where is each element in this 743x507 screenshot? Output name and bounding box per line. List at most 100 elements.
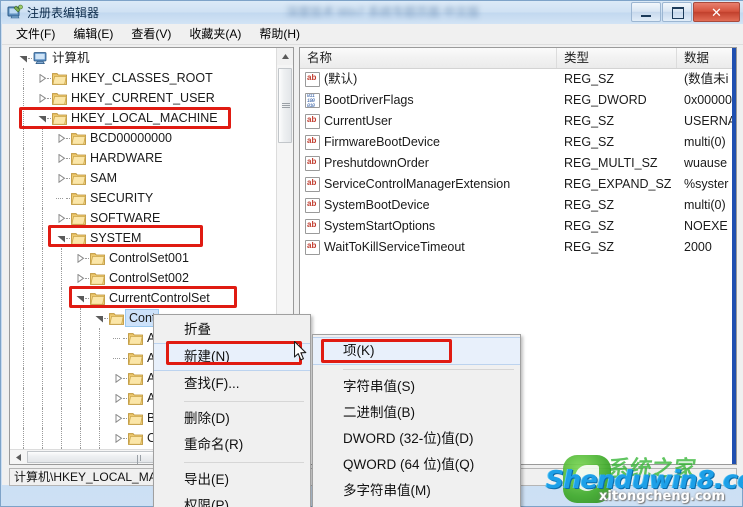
title-bar[interactable]: 注册表编辑器 深度技术 Win7 系统专题页面 中文版 ✕ bbox=[1, 1, 743, 24]
tree-item-currentcontrolset[interactable]: CurrentControlSet bbox=[10, 288, 278, 308]
tree-item-sam[interactable]: SAM bbox=[10, 168, 278, 188]
menu-view[interactable]: 查看(V) bbox=[123, 23, 179, 45]
tree-item-bcd00000000[interactable]: BCD00000000 bbox=[10, 128, 278, 148]
value-row[interactable]: ab SystemBootDevice REG_SZ multi(0) bbox=[300, 195, 736, 216]
menu-favorites[interactable]: 收藏夹(A) bbox=[181, 23, 249, 45]
tree-scroll-up-button[interactable] bbox=[277, 48, 293, 65]
tree-item-security[interactable]: SECURITY bbox=[10, 188, 278, 208]
ctx-rename[interactable]: 重命名(R) bbox=[154, 432, 310, 458]
sub-binary-value[interactable]: 二进制值(B) bbox=[313, 400, 520, 426]
value-row[interactable]: ab WaitToKillServiceTimeout REG_SZ 2000 bbox=[300, 237, 736, 258]
sub-multi-string[interactable]: 多字符串值(M) bbox=[313, 478, 520, 504]
value-name-cell: FirmwareBootDevice bbox=[324, 135, 441, 149]
tree-guide-line bbox=[23, 128, 25, 148]
tree-item-controlset001[interactable]: ControlSet001 bbox=[10, 248, 278, 268]
tree-item-hardware[interactable]: HARDWARE bbox=[10, 148, 278, 168]
sub-dword-value[interactable]: DWORD (32-位)值(D) bbox=[313, 426, 520, 452]
close-button[interactable]: ✕ bbox=[693, 2, 740, 22]
tree-connector-dash bbox=[66, 178, 70, 180]
tree-guide-line bbox=[42, 328, 44, 348]
value-type-cell: REG_SZ bbox=[564, 240, 615, 254]
column-header-name[interactable]: 名称 bbox=[300, 48, 557, 68]
tree-guide-line bbox=[99, 328, 101, 348]
value-data-cell: wuause bbox=[684, 156, 728, 170]
value-row[interactable]: ab FirmwareBootDevice REG_SZ multi(0) bbox=[300, 132, 736, 153]
string-value-icon: ab bbox=[305, 198, 320, 213]
tree-item-label: HKEY_LOCAL_MACHINE bbox=[71, 111, 218, 125]
tree-item--[interactable]: 计算机 bbox=[10, 48, 278, 68]
tree-item-hkey-local-machine[interactable]: HKEY_LOCAL_MACHINE bbox=[10, 108, 278, 128]
tree-guide-line bbox=[80, 308, 82, 328]
tree-connector-dash bbox=[47, 78, 51, 80]
ctx-find[interactable]: 查找(F)... bbox=[154, 371, 310, 397]
value-row[interactable]: ab (默认) REG_SZ (数值未i bbox=[300, 69, 736, 90]
value-row[interactable]: ab PreshutdownOrder REG_MULTI_SZ wuause bbox=[300, 153, 736, 174]
ctx-permissions[interactable]: 权限(P)... bbox=[154, 493, 310, 507]
context-menu[interactable]: 折叠新建(N)查找(F)...删除(D)重命名(R)导出(E)权限(P)...复… bbox=[153, 314, 311, 507]
tree-connector-dash bbox=[123, 358, 127, 360]
tree-connector-dash bbox=[66, 238, 70, 240]
folder-icon bbox=[109, 311, 124, 325]
tree-guide-line bbox=[42, 408, 44, 428]
value-row[interactable]: ab SystemStartOptions REG_SZ NOEXE bbox=[300, 216, 736, 237]
registry-values-list[interactable]: ab (默认) REG_SZ (数值未i 011 100 010 BootDriverFlag… bbox=[300, 69, 736, 258]
minimize-button[interactable] bbox=[631, 2, 661, 22]
value-name-cell: CurrentUser bbox=[324, 114, 393, 128]
tree-item-software[interactable]: SOFTWARE bbox=[10, 208, 278, 228]
tree-item-label: ControlSet001 bbox=[109, 251, 189, 265]
tree-guide-line bbox=[42, 188, 44, 208]
menu-edit[interactable]: 编辑(E) bbox=[65, 23, 121, 45]
column-header-data[interactable]: 数据 bbox=[677, 48, 736, 68]
sub-key[interactable]: 项(K) bbox=[313, 337, 520, 365]
tree-guide-line bbox=[80, 408, 82, 428]
screenshot-root: 注册表编辑器 深度技术 Win7 系统专题页面 中文版 ✕ 文件(F) 编辑(E… bbox=[0, 0, 743, 507]
sub-qword-value[interactable]: QWORD (64 位)值(Q) bbox=[313, 452, 520, 478]
tree-connector-dash bbox=[47, 98, 51, 100]
tree-guide-line bbox=[99, 368, 101, 388]
scroll-grip-icon bbox=[282, 102, 290, 110]
new-submenu[interactable]: 项(K) 字符串值(S) 二进制值(B) DWORD (32-位)值(D) QWORD … bbox=[312, 334, 521, 507]
tree-item-system[interactable]: SYSTEM bbox=[10, 228, 278, 248]
tree-item-label: SOFTWARE bbox=[90, 211, 161, 225]
tree-item-hkey-current-user[interactable]: HKEY_CURRENT_USER bbox=[10, 88, 278, 108]
menu-help[interactable]: 帮助(H) bbox=[251, 23, 308, 45]
string-value-icon: ab bbox=[305, 240, 320, 255]
tree-item-hkey-classes-root[interactable]: HKEY_CLASSES_ROOT bbox=[10, 68, 278, 88]
list-vertical-scrollbar[interactable] bbox=[732, 48, 736, 464]
tree-guide-line bbox=[99, 388, 101, 408]
folder-icon bbox=[52, 91, 67, 105]
folder-icon bbox=[71, 131, 86, 145]
column-header-type[interactable]: 类型 bbox=[557, 48, 677, 68]
string-value-icon: ab bbox=[305, 72, 320, 87]
ctx-collapse[interactable]: 折叠 bbox=[154, 317, 310, 343]
tree-guide-line bbox=[99, 348, 101, 368]
value-type-cell: REG_SZ bbox=[564, 219, 615, 233]
tree-guide-line bbox=[61, 408, 63, 428]
tree-item-label: CurrentControlSet bbox=[109, 291, 210, 305]
folder-icon bbox=[90, 291, 105, 305]
string-value-icon: ab bbox=[305, 156, 320, 171]
list-header: 名称 类型 数据 bbox=[300, 48, 736, 69]
tree-scroll-thumb[interactable] bbox=[278, 68, 292, 143]
value-row[interactable]: ab ServiceControlManagerExtension REG_EXPA… bbox=[300, 174, 736, 195]
tree-item-label: SYSTEM bbox=[90, 231, 142, 245]
tree-guide-line bbox=[42, 128, 44, 148]
ctx-export[interactable]: 导出(E) bbox=[154, 467, 310, 493]
value-row[interactable]: 011 100 010 BootDriverFlags REG_DWORD 0x00000 bbox=[300, 90, 736, 111]
tree-item-controlset002[interactable]: ControlSet002 bbox=[10, 268, 278, 288]
tree-guide-line bbox=[42, 428, 44, 448]
ctx-new[interactable]: 新建(N) bbox=[154, 343, 310, 371]
menu-bar: 文件(F) 编辑(E) 查看(V) 收藏夹(A) 帮助(H) bbox=[2, 24, 743, 45]
watermark-sub-text: xitongcheng.com bbox=[599, 489, 726, 504]
computer-icon bbox=[33, 51, 48, 65]
tree-guide-line bbox=[61, 368, 63, 388]
tree-scroll-left-button[interactable] bbox=[10, 450, 26, 464]
minimize-icon bbox=[641, 15, 651, 17]
ctx-delete[interactable]: 删除(D) bbox=[154, 406, 310, 432]
tree-guide-line bbox=[23, 268, 25, 288]
value-row[interactable]: ab CurrentUser REG_SZ USERNA bbox=[300, 111, 736, 132]
sub-string-value[interactable]: 字符串值(S) bbox=[313, 374, 520, 400]
maximize-button[interactable] bbox=[662, 2, 692, 22]
tree-connector-dash bbox=[66, 158, 70, 160]
menu-file[interactable]: 文件(F) bbox=[8, 23, 63, 45]
